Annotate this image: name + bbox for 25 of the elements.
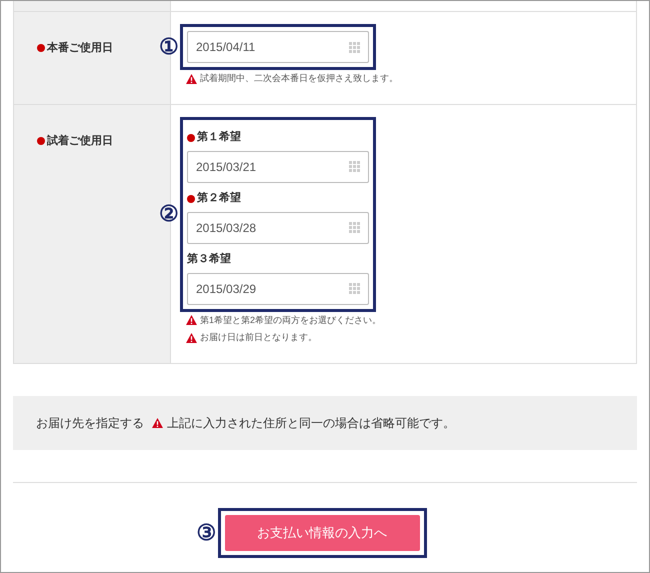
field-label: 第２希望 bbox=[197, 190, 241, 206]
calendar-icon bbox=[349, 42, 360, 52]
warning-icon bbox=[186, 332, 197, 343]
callout-number: ③ bbox=[196, 522, 216, 544]
callout-number: ② bbox=[159, 203, 179, 225]
date-field[interactable]: 2015/03/29 bbox=[187, 272, 369, 304]
date-field[interactable]: 2015/03/28 bbox=[187, 212, 369, 244]
field-label: 本番ご使用日 bbox=[47, 40, 113, 56]
field-label: 第３希望 bbox=[187, 252, 231, 268]
calendar-icon bbox=[349, 161, 360, 172]
date-field[interactable]: 2015/04/11 bbox=[187, 31, 369, 63]
note-text: 上記に入力された住所と同一の場合は省略可能です。 bbox=[167, 414, 455, 432]
calendar-icon bbox=[349, 283, 360, 294]
note-text: 第1希望と第2希望の両方をお選びください。 bbox=[200, 314, 382, 326]
note-text: 試着期間中、二次会本番日を仮押さえ致します。 bbox=[200, 72, 398, 85]
callout-number: ① bbox=[159, 36, 179, 58]
date-field[interactable]: 2015/03/21 bbox=[187, 150, 369, 182]
warning-icon bbox=[152, 418, 163, 428]
warning-icon bbox=[186, 74, 197, 84]
warning-icon bbox=[186, 315, 197, 326]
delivery-label: お届け先を指定する bbox=[36, 414, 144, 432]
field-label: 試着ご使用日 bbox=[47, 133, 113, 148]
calendar-icon bbox=[349, 222, 360, 233]
note-text: お届け日は前日となります。 bbox=[200, 331, 317, 344]
field-label: 第１希望 bbox=[197, 130, 241, 146]
